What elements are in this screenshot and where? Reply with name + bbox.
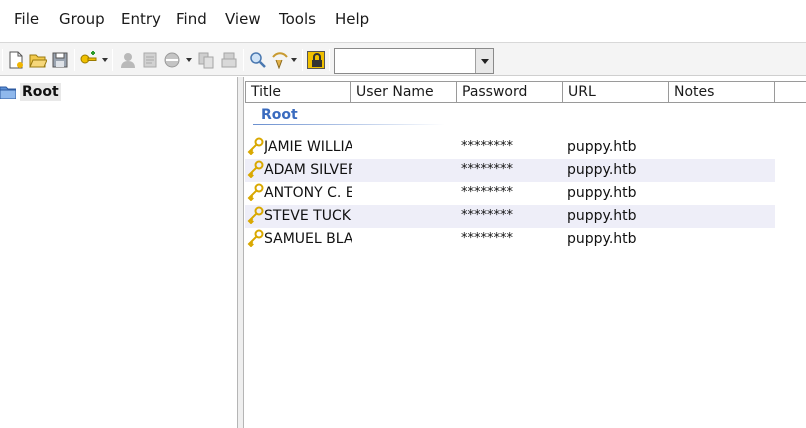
quick-search-combo[interactable] bbox=[334, 48, 494, 74]
menu-group[interactable]: Group bbox=[59, 10, 105, 28]
lock-workspace-icon[interactable] bbox=[307, 51, 325, 69]
table-row[interactable]: ANTONY C. E ******** puppy.htb bbox=[245, 182, 775, 205]
toolbar-separator bbox=[112, 49, 113, 71]
folder-icon bbox=[0, 86, 16, 99]
entry-url: puppy.htb bbox=[567, 231, 637, 247]
key-icon bbox=[247, 206, 264, 224]
open-database-icon[interactable] bbox=[29, 51, 47, 69]
delete-entry-icon[interactable] bbox=[163, 51, 181, 69]
key-icon bbox=[247, 229, 264, 247]
pane-splitter[interactable] bbox=[238, 77, 244, 428]
entries-list[interactable]: Title User Name Password URL Notes Root … bbox=[245, 77, 806, 428]
group-header-label: Root bbox=[261, 107, 298, 123]
group-tree[interactable]: Root bbox=[0, 77, 238, 428]
table-row[interactable]: STEVE TUCKE ******** puppy.htb bbox=[245, 205, 775, 228]
entry-url: puppy.htb bbox=[567, 139, 637, 155]
menu-bar: File Group Entry Find View Tools Help bbox=[0, 0, 806, 38]
menu-file[interactable]: File bbox=[14, 10, 39, 28]
edit-entry-icon[interactable] bbox=[141, 51, 159, 69]
entry-password: ******** bbox=[461, 185, 513, 200]
quick-search-input[interactable] bbox=[337, 51, 473, 71]
entry-title: ADAM SILVEF bbox=[264, 162, 352, 178]
column-header-filler bbox=[775, 81, 806, 103]
menu-view[interactable]: View bbox=[225, 10, 261, 28]
column-header-title[interactable]: Title bbox=[245, 81, 351, 103]
new-database-icon[interactable] bbox=[7, 51, 25, 69]
add-entry-icon[interactable] bbox=[79, 51, 97, 69]
entry-password: ******** bbox=[461, 208, 513, 223]
entry-password: ******** bbox=[461, 139, 513, 154]
key-icon bbox=[247, 160, 264, 178]
menu-help[interactable]: Help bbox=[335, 10, 369, 28]
find-icon[interactable] bbox=[249, 51, 267, 69]
entry-title: STEVE TUCKE bbox=[264, 208, 352, 224]
group-header-divider bbox=[253, 124, 445, 125]
tools-icon[interactable] bbox=[271, 51, 289, 69]
tools-dropdown-icon[interactable] bbox=[291, 58, 297, 62]
toolbar-separator bbox=[74, 49, 75, 71]
table-row[interactable]: JAMIE WILLIA ******** puppy.htb bbox=[245, 136, 775, 159]
entry-title: JAMIE WILLIA bbox=[264, 139, 352, 155]
entry-url: puppy.htb bbox=[567, 162, 637, 178]
save-database-icon[interactable] bbox=[51, 51, 69, 69]
column-header-notes[interactable]: Notes bbox=[669, 81, 775, 103]
copy-username-icon[interactable] bbox=[197, 51, 215, 69]
quick-search-dropdown-button[interactable] bbox=[475, 49, 493, 73]
tree-item-root[interactable]: Root bbox=[0, 82, 61, 102]
tree-item-label: Root bbox=[20, 83, 61, 101]
copy-password-icon[interactable] bbox=[220, 51, 238, 69]
menu-tools[interactable]: Tools bbox=[279, 10, 316, 28]
table-row[interactable]: ADAM SILVEF ******** puppy.htb bbox=[245, 159, 775, 182]
column-header-url[interactable]: URL bbox=[563, 81, 669, 103]
toolbar-separator bbox=[2, 49, 3, 71]
entry-url: puppy.htb bbox=[567, 208, 637, 224]
toolbar-separator bbox=[329, 49, 330, 71]
table-row[interactable]: SAMUEL BLAI ******** puppy.htb bbox=[245, 228, 775, 251]
toolbar-separator bbox=[243, 49, 244, 71]
column-header-username[interactable]: User Name bbox=[351, 81, 457, 103]
menu-find[interactable]: Find bbox=[176, 10, 207, 28]
key-icon bbox=[247, 137, 264, 155]
entry-password: ******** bbox=[461, 162, 513, 177]
entry-title: ANTONY C. E bbox=[264, 185, 352, 201]
entry-title: SAMUEL BLAI bbox=[264, 231, 352, 247]
menu-entry[interactable]: Entry bbox=[121, 10, 161, 28]
entry-password: ******** bbox=[461, 231, 513, 246]
entry-url: puppy.htb bbox=[567, 185, 637, 201]
toolbar bbox=[0, 42, 806, 76]
toolbar-separator bbox=[302, 49, 303, 71]
delete-dropdown-icon[interactable] bbox=[186, 58, 192, 62]
add-entry-dropdown-icon[interactable] bbox=[102, 58, 108, 62]
key-icon bbox=[247, 183, 264, 201]
add-user-icon[interactable] bbox=[119, 51, 137, 69]
column-header-password[interactable]: Password bbox=[457, 81, 563, 103]
